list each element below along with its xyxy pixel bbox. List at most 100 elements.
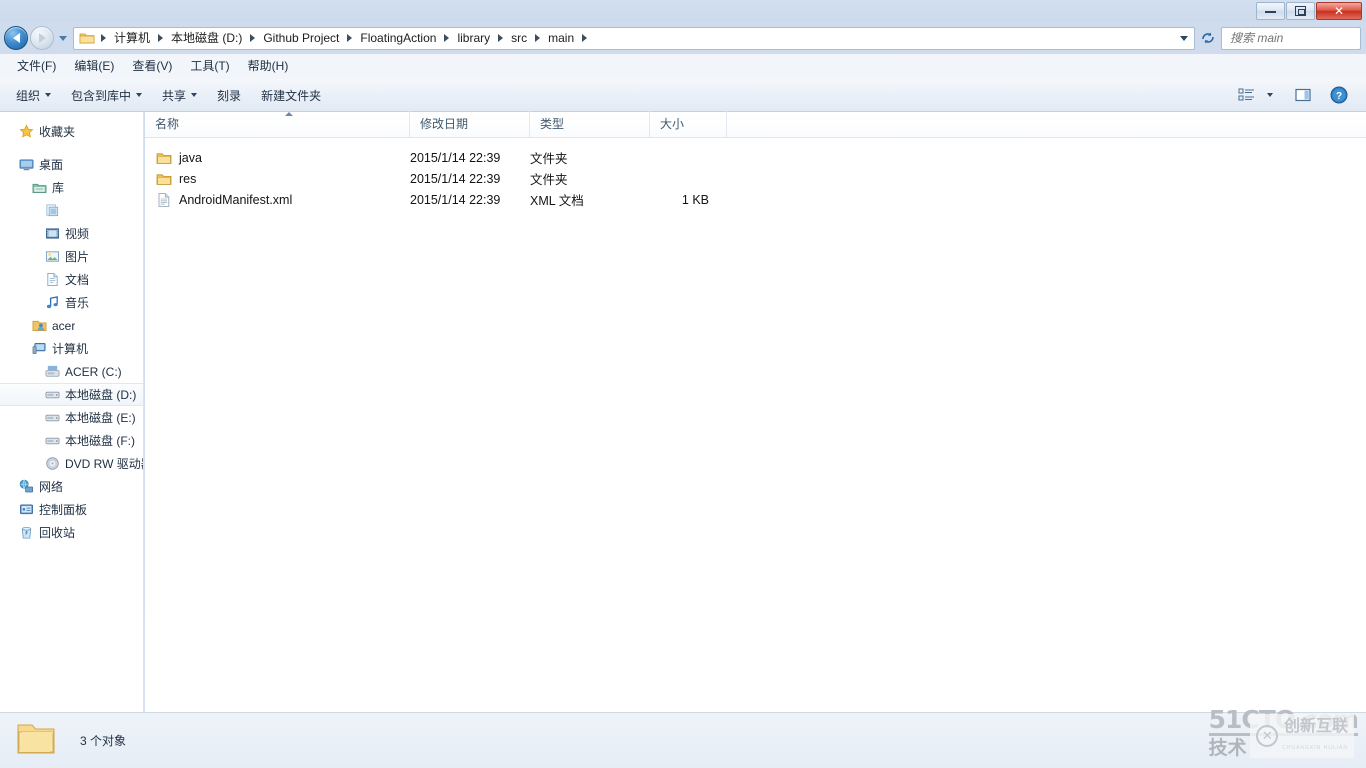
column-header-name[interactable]: 名称 [145, 111, 410, 137]
sidebar-label-computer: 计算机 [52, 342, 89, 356]
sidebar-item-videos[interactable]: 视频 [0, 222, 143, 245]
menu-item-help[interactable]: 帮助(H) [239, 56, 298, 77]
minimize-icon [1265, 10, 1276, 13]
sidebar-item-desktop[interactable]: 桌面 [0, 153, 143, 176]
explorer-window: ✕ 计算机 本地磁盘 (D:) Github Project FloatingA… [0, 0, 1366, 768]
sidebar-item-documents-library[interactable] [0, 199, 143, 222]
table-row[interactable]: res 2015/1/14 22:39 文件夹 [145, 168, 1366, 189]
desktop-icon [18, 157, 34, 173]
menu-item-view[interactable]: 查看(V) [123, 56, 181, 77]
sidebar-item-documents[interactable]: 文档 [0, 268, 143, 291]
status-text: 3 个对象 [80, 734, 127, 748]
refresh-icon [1202, 32, 1214, 44]
arrow-left-icon [12, 33, 20, 43]
file-name-text: res [179, 171, 197, 186]
breadcrumb-item-3[interactable]: FloatingAction [356, 29, 440, 47]
file-date-cell: 2015/1/14 22:39 [410, 192, 501, 207]
organize-button[interactable]: 组织 [6, 83, 61, 108]
sidebar-label-network: 网络 [39, 480, 64, 494]
sidebar-item-control-panel[interactable]: 控制面板 [0, 498, 143, 521]
breadcrumb-item-2[interactable]: Github Project [259, 29, 343, 47]
include-in-library-button[interactable]: 包含到库中 [61, 83, 152, 108]
sidebar-item-recycle-bin[interactable]: 回收站 [0, 521, 143, 544]
arrow-right-icon [38, 33, 46, 43]
breadcrumb-separator-icon [101, 34, 106, 42]
help-button[interactable]: ? [1326, 83, 1352, 107]
search-input[interactable] [1230, 31, 1366, 45]
view-list-button[interactable] [1234, 83, 1260, 107]
sidebar-label-recycle-bin: 回收站 [39, 526, 76, 540]
breadcrumb-bar[interactable]: 计算机 本地磁盘 (D:) Github Project FloatingAct… [73, 26, 1195, 50]
status-bar: 3 个对象 [0, 712, 1366, 768]
document-icon [44, 272, 60, 288]
menu-item-file[interactable]: 文件(F) [8, 56, 65, 77]
svg-text:?: ? [1336, 91, 1342, 102]
preview-pane-icon [1295, 88, 1311, 102]
sidebar-item-dvd-drive[interactable]: DVD RW 驱动器 [0, 452, 143, 475]
minimize-button[interactable] [1256, 2, 1285, 20]
sidebar-label-libraries: 库 [52, 181, 65, 195]
menu-item-tools[interactable]: 工具(T) [181, 56, 238, 77]
column-header-size[interactable]: 大小 [650, 111, 727, 137]
sidebar-item-drive-e[interactable]: 本地磁盘 (E:) [0, 406, 143, 429]
breadcrumb-item-4[interactable]: library [453, 29, 494, 47]
address-dropdown-button[interactable] [1176, 28, 1192, 48]
burn-label: 刻录 [217, 88, 242, 103]
folder-icon [79, 30, 95, 46]
sidebar-item-computer[interactable]: 计算机 [0, 337, 143, 360]
table-row[interactable]: AndroidManifest.xml 2015/1/14 22:39 XML … [145, 189, 1366, 210]
file-name-cell[interactable]: java [145, 150, 410, 166]
breadcrumb-item-1[interactable]: 本地磁盘 (D:) [167, 29, 246, 47]
share-label: 共享 [162, 88, 187, 103]
search-box[interactable] [1221, 26, 1366, 50]
breadcrumb-item-6[interactable]: main [544, 29, 578, 47]
chevron-down-icon [191, 93, 198, 97]
sidebar-item-drive-c[interactable]: ACER (C:) [0, 360, 143, 383]
restore-icon [1295, 6, 1306, 16]
burn-button[interactable]: 刻录 [207, 83, 251, 108]
file-name-cell[interactable]: AndroidManifest.xml [145, 192, 410, 208]
sidebar-item-pictures[interactable]: 图片 [0, 245, 143, 268]
help-icon: ? [1330, 86, 1348, 104]
address-bar: 计算机 本地磁盘 (D:) Github Project FloatingAct… [0, 22, 1366, 54]
preview-pane-button[interactable] [1290, 83, 1316, 107]
recycle-bin-icon [18, 525, 34, 541]
sidebar-item-libraries[interactable]: 库 [0, 176, 143, 199]
file-type-cell: 文件夹 [530, 173, 568, 187]
column-label-date: 修改日期 [420, 117, 469, 131]
sidebar-item-favorites[interactable]: 收藏夹 [0, 120, 143, 143]
breadcrumb-separator-icon [582, 34, 588, 42]
status-folder-icon [16, 720, 56, 761]
file-name-cell[interactable]: res [145, 171, 410, 187]
share-button[interactable]: 共享 [152, 83, 207, 108]
menu-item-edit[interactable]: 编辑(E) [65, 56, 123, 77]
new-folder-button[interactable]: 新建文件夹 [251, 83, 331, 108]
history-dropdown-button[interactable] [56, 28, 70, 48]
table-row[interactable]: java 2015/1/14 22:39 文件夹 [145, 147, 1366, 168]
sidebar-item-user-folder[interactable]: acer [0, 314, 143, 337]
drive-icon [44, 433, 60, 449]
sidebar-item-network[interactable]: 网络 [0, 475, 143, 498]
sidebar-item-music[interactable]: 音乐 [0, 291, 143, 314]
breadcrumb-separator-icon [347, 34, 353, 42]
back-button[interactable] [4, 26, 28, 50]
column-header-date[interactable]: 修改日期 [410, 111, 530, 137]
sidebar-label-favorites: 收藏夹 [39, 125, 76, 139]
view-dropdown-button[interactable] [1262, 83, 1278, 107]
file-list-pane[interactable]: 名称 修改日期 类型 大小 java 2015/1/14 22:39 文件夹 r… [145, 111, 1366, 712]
close-button[interactable]: ✕ [1316, 2, 1362, 20]
sidebar-item-drive-f[interactable]: 本地磁盘 (F:) [0, 429, 143, 452]
column-header-type[interactable]: 类型 [530, 111, 650, 137]
navigation-pane[interactable]: 收藏夹 桌面 库 视频 图片 文档 音乐 acer 计算机 ACER (C:) … [0, 112, 144, 712]
command-toolbar: 组织 包含到库中 共享 刻录 新建文件夹 ? [0, 79, 1366, 112]
breadcrumb-item-5[interactable]: src [507, 29, 531, 47]
refresh-button[interactable] [1197, 27, 1219, 49]
include-in-library-label: 包含到库中 [71, 88, 132, 103]
sidebar-label-drive-c: ACER (C:) [65, 364, 122, 379]
restore-button[interactable] [1286, 2, 1315, 20]
column-label-type: 类型 [540, 117, 565, 131]
sidebar-item-drive-d[interactable]: 本地磁盘 (D:) [0, 383, 143, 406]
breadcrumb-separator-icon [444, 34, 450, 42]
breadcrumb-item-0[interactable]: 计算机 [110, 29, 154, 47]
forward-button[interactable] [30, 26, 54, 50]
